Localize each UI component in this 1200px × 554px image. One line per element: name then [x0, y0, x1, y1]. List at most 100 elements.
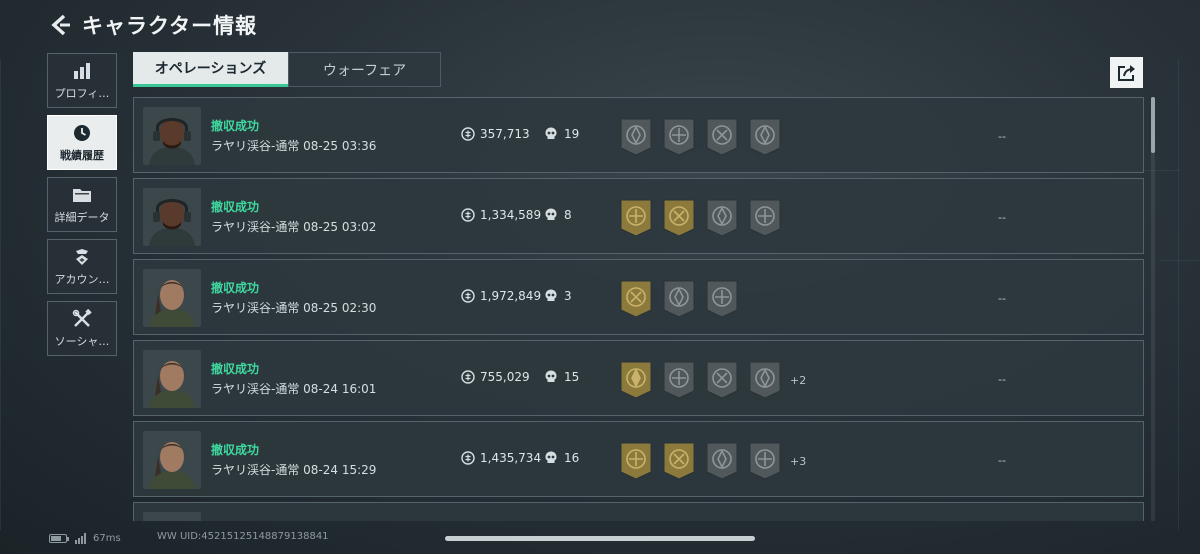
loot-value-text: 357,713 [480, 127, 530, 141]
result-status: 撤収成功 [211, 443, 260, 457]
match-record-row[interactable]: 撤収成功 ラヤリ渓谷-通常 08-24 16:01 755,029 15 +2 … [133, 340, 1144, 416]
kill-count: 16 [545, 451, 579, 465]
map-mode-time: ラヤリ渓谷-通常 08-24 15:29 [211, 463, 377, 477]
loot-value-text: 755,029 [480, 370, 530, 384]
skull-icon [545, 289, 557, 301]
back-arrow-icon [51, 14, 70, 36]
status-footer: 67ms WW UID:452151251488791388​41 [49, 530, 329, 546]
sidebar-item-label: 詳細データ [54, 211, 110, 224]
sidebar-item-profile[interactable]: プロフィ… [47, 53, 117, 108]
medal-badge-icon [705, 442, 739, 480]
match-record-row[interactable]: 撤収成功 ラヤリ渓谷-通常 08-25 02:30 1,972,849 3 -- [133, 259, 1144, 335]
mode-tabs: オペレーションズ ウォーフェア [133, 52, 441, 87]
skull-icon [545, 208, 557, 220]
placeholder-dash: -- [998, 292, 1006, 305]
medal-badge-icon [619, 199, 653, 237]
more-badges-count: +2 [790, 373, 807, 387]
match-record-row[interactable]: 撤収成功 ラヤリ渓谷-通常 08-25 03:02 1,334,589 8 -- [133, 178, 1144, 254]
kill-count: 15 [545, 370, 579, 384]
sidebar-item-history[interactable]: 戦績履歴 [47, 115, 117, 170]
share-export-icon [1117, 64, 1135, 81]
map-mode-time: ラヤリ渓谷-通常 08-25 03:36 [211, 139, 377, 153]
loot-value: 1,334,589 [461, 208, 541, 222]
placeholder-dash: -- [998, 373, 1006, 386]
coin-icon [461, 370, 475, 384]
operator-avatar [143, 431, 201, 489]
loot-value: 357,713 [461, 127, 530, 141]
operator-avatar [143, 350, 201, 408]
loot-value-text: 1,334,589 [480, 208, 542, 222]
map-mode-time: ラヤリ渓谷-通常 08-25 02:30 [211, 301, 377, 315]
medal-badges [619, 199, 790, 237]
sidebar-item-social[interactable]: ソーシャ… [47, 301, 117, 356]
bar-chart-icon [73, 60, 91, 82]
loot-value: 1,435,734 [461, 451, 541, 465]
skull-icon [545, 451, 557, 463]
medal-badge-icon [748, 118, 782, 156]
medal-badge-icon [705, 118, 739, 156]
kill-count-text: 8 [564, 208, 572, 222]
map-mode-time: ラヤリ渓谷-通常 08-25 03:02 [211, 220, 377, 234]
coin-icon [461, 208, 475, 222]
loot-value-text: 1,435,734 [480, 451, 542, 465]
loot-value: 755,029 [461, 370, 530, 384]
loot-value: 1,972,849 [461, 289, 541, 303]
tab-warfare[interactable]: ウォーフェア [288, 52, 441, 87]
sidebar-item-label: 戦績履歴 [60, 149, 104, 162]
placeholder-dash: -- [998, 211, 1006, 224]
scrollbar[interactable] [1151, 97, 1155, 521]
match-history-list[interactable]: 撤収成功 ラヤリ渓谷-通常 08-25 03:36 357,713 19 -- … [133, 97, 1144, 521]
medal-badges: +3 [619, 442, 806, 480]
operator-avatar [143, 269, 201, 327]
home-indicator[interactable] [445, 536, 755, 541]
share-button[interactable] [1110, 57, 1143, 88]
kill-count-text: 3 [564, 289, 572, 303]
history-clock-icon [73, 122, 91, 144]
scrollbar-thumb[interactable] [1151, 97, 1155, 153]
medal-badge-icon [619, 118, 653, 156]
skull-icon [545, 370, 557, 382]
match-record-row[interactable]: 撤収成功 ラヤリ渓谷-通常 08-24 15:29 1,435,734 16 +… [133, 421, 1144, 497]
coin-icon [461, 451, 475, 465]
medal-badge-icon [619, 280, 653, 318]
match-record-row[interactable]: 撤収成功 ラヤリ渓谷-通常 08-25 03:36 357,713 19 -- [133, 97, 1144, 173]
medal-badges [619, 280, 747, 318]
uid-text: WW UID:452151251488791388​41 [157, 531, 329, 542]
folder-icon [72, 184, 92, 206]
map-mode-time: ラヤリ渓谷-通常 08-24 16:01 [211, 382, 377, 396]
medal-badge-icon [619, 361, 653, 399]
medal-badge-icon [705, 199, 739, 237]
coin-icon [461, 289, 475, 303]
medal-badge-icon [662, 361, 696, 399]
medal-badge-icon [748, 199, 782, 237]
sidebar-item-details[interactable]: 詳細データ [47, 177, 117, 232]
back-button[interactable] [48, 12, 74, 38]
skull-icon [545, 127, 557, 139]
tab-operations[interactable]: オペレーションズ [133, 52, 288, 87]
tools-icon [72, 308, 92, 330]
medal-badge-icon [662, 280, 696, 318]
operator-avatar [143, 107, 201, 165]
account-badge-icon [73, 246, 91, 268]
kill-count-text: 16 [564, 451, 580, 465]
ping-text: 67ms [93, 532, 121, 544]
medal-badge-icon [705, 280, 739, 318]
loot-value-text: 1,972,849 [480, 289, 542, 303]
sidebar-item-label: アカウン… [54, 273, 110, 286]
kill-count: 8 [545, 208, 572, 222]
medal-badge-icon [748, 442, 782, 480]
kill-count-text: 19 [564, 127, 580, 141]
signal-icon [75, 532, 87, 544]
more-badges-count: +3 [790, 454, 807, 468]
header: キャラクター情報 [48, 10, 257, 40]
kill-count-text: 15 [564, 370, 580, 384]
medal-badge-icon [705, 361, 739, 399]
medal-badge-icon [748, 361, 782, 399]
kill-count: 3 [545, 289, 572, 303]
sidebar-item-account[interactable]: アカウン… [47, 239, 117, 294]
match-record-row[interactable] [133, 502, 1144, 521]
result-status: 撤収成功 [211, 119, 260, 133]
battery-icon [49, 533, 69, 543]
medal-badges: +2 [619, 361, 806, 399]
operator-avatar [143, 188, 201, 246]
